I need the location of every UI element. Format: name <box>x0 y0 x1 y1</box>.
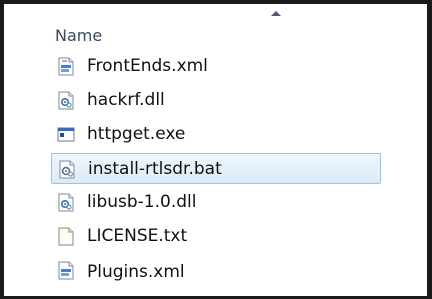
xml-file-icon <box>57 57 75 76</box>
file-row[interactable]: LICENSE.txt <box>51 221 381 252</box>
file-row[interactable]: libusb-1.0.dll <box>51 187 381 218</box>
file-row[interactable]: httpget.exe <box>51 119 381 150</box>
file-row-selected[interactable]: install-rtlsdr.bat <box>51 153 381 184</box>
dll-file-icon <box>57 91 75 110</box>
file-name: FrontEnds.xml <box>87 56 208 76</box>
file-row[interactable]: Plugins.xml <box>51 255 381 286</box>
file-row[interactable]: hackrf.dll <box>51 85 381 116</box>
file-name: LICENSE.txt <box>87 226 188 246</box>
file-name: libusb-1.0.dll <box>87 192 197 212</box>
dll-file-icon <box>57 193 75 212</box>
file-row[interactable]: FrontEnds.xml <box>51 51 381 82</box>
xml-file-icon <box>57 261 75 280</box>
bat-file-icon <box>58 160 76 179</box>
column-header-name[interactable]: Name <box>55 26 102 45</box>
column-header[interactable]: Name <box>4 4 427 45</box>
file-name: Plugins.xml <box>87 262 185 282</box>
txt-file-icon <box>57 227 75 246</box>
file-name: httpget.exe <box>87 124 186 144</box>
sort-ascending-icon <box>271 11 281 16</box>
file-name: hackrf.dll <box>87 90 165 110</box>
file-list-window: Name FrontEnds.xml hackrf.dll httpget.ex… <box>0 0 432 299</box>
file-name: install-rtlsdr.bat <box>88 159 222 179</box>
exe-file-icon <box>57 125 75 144</box>
